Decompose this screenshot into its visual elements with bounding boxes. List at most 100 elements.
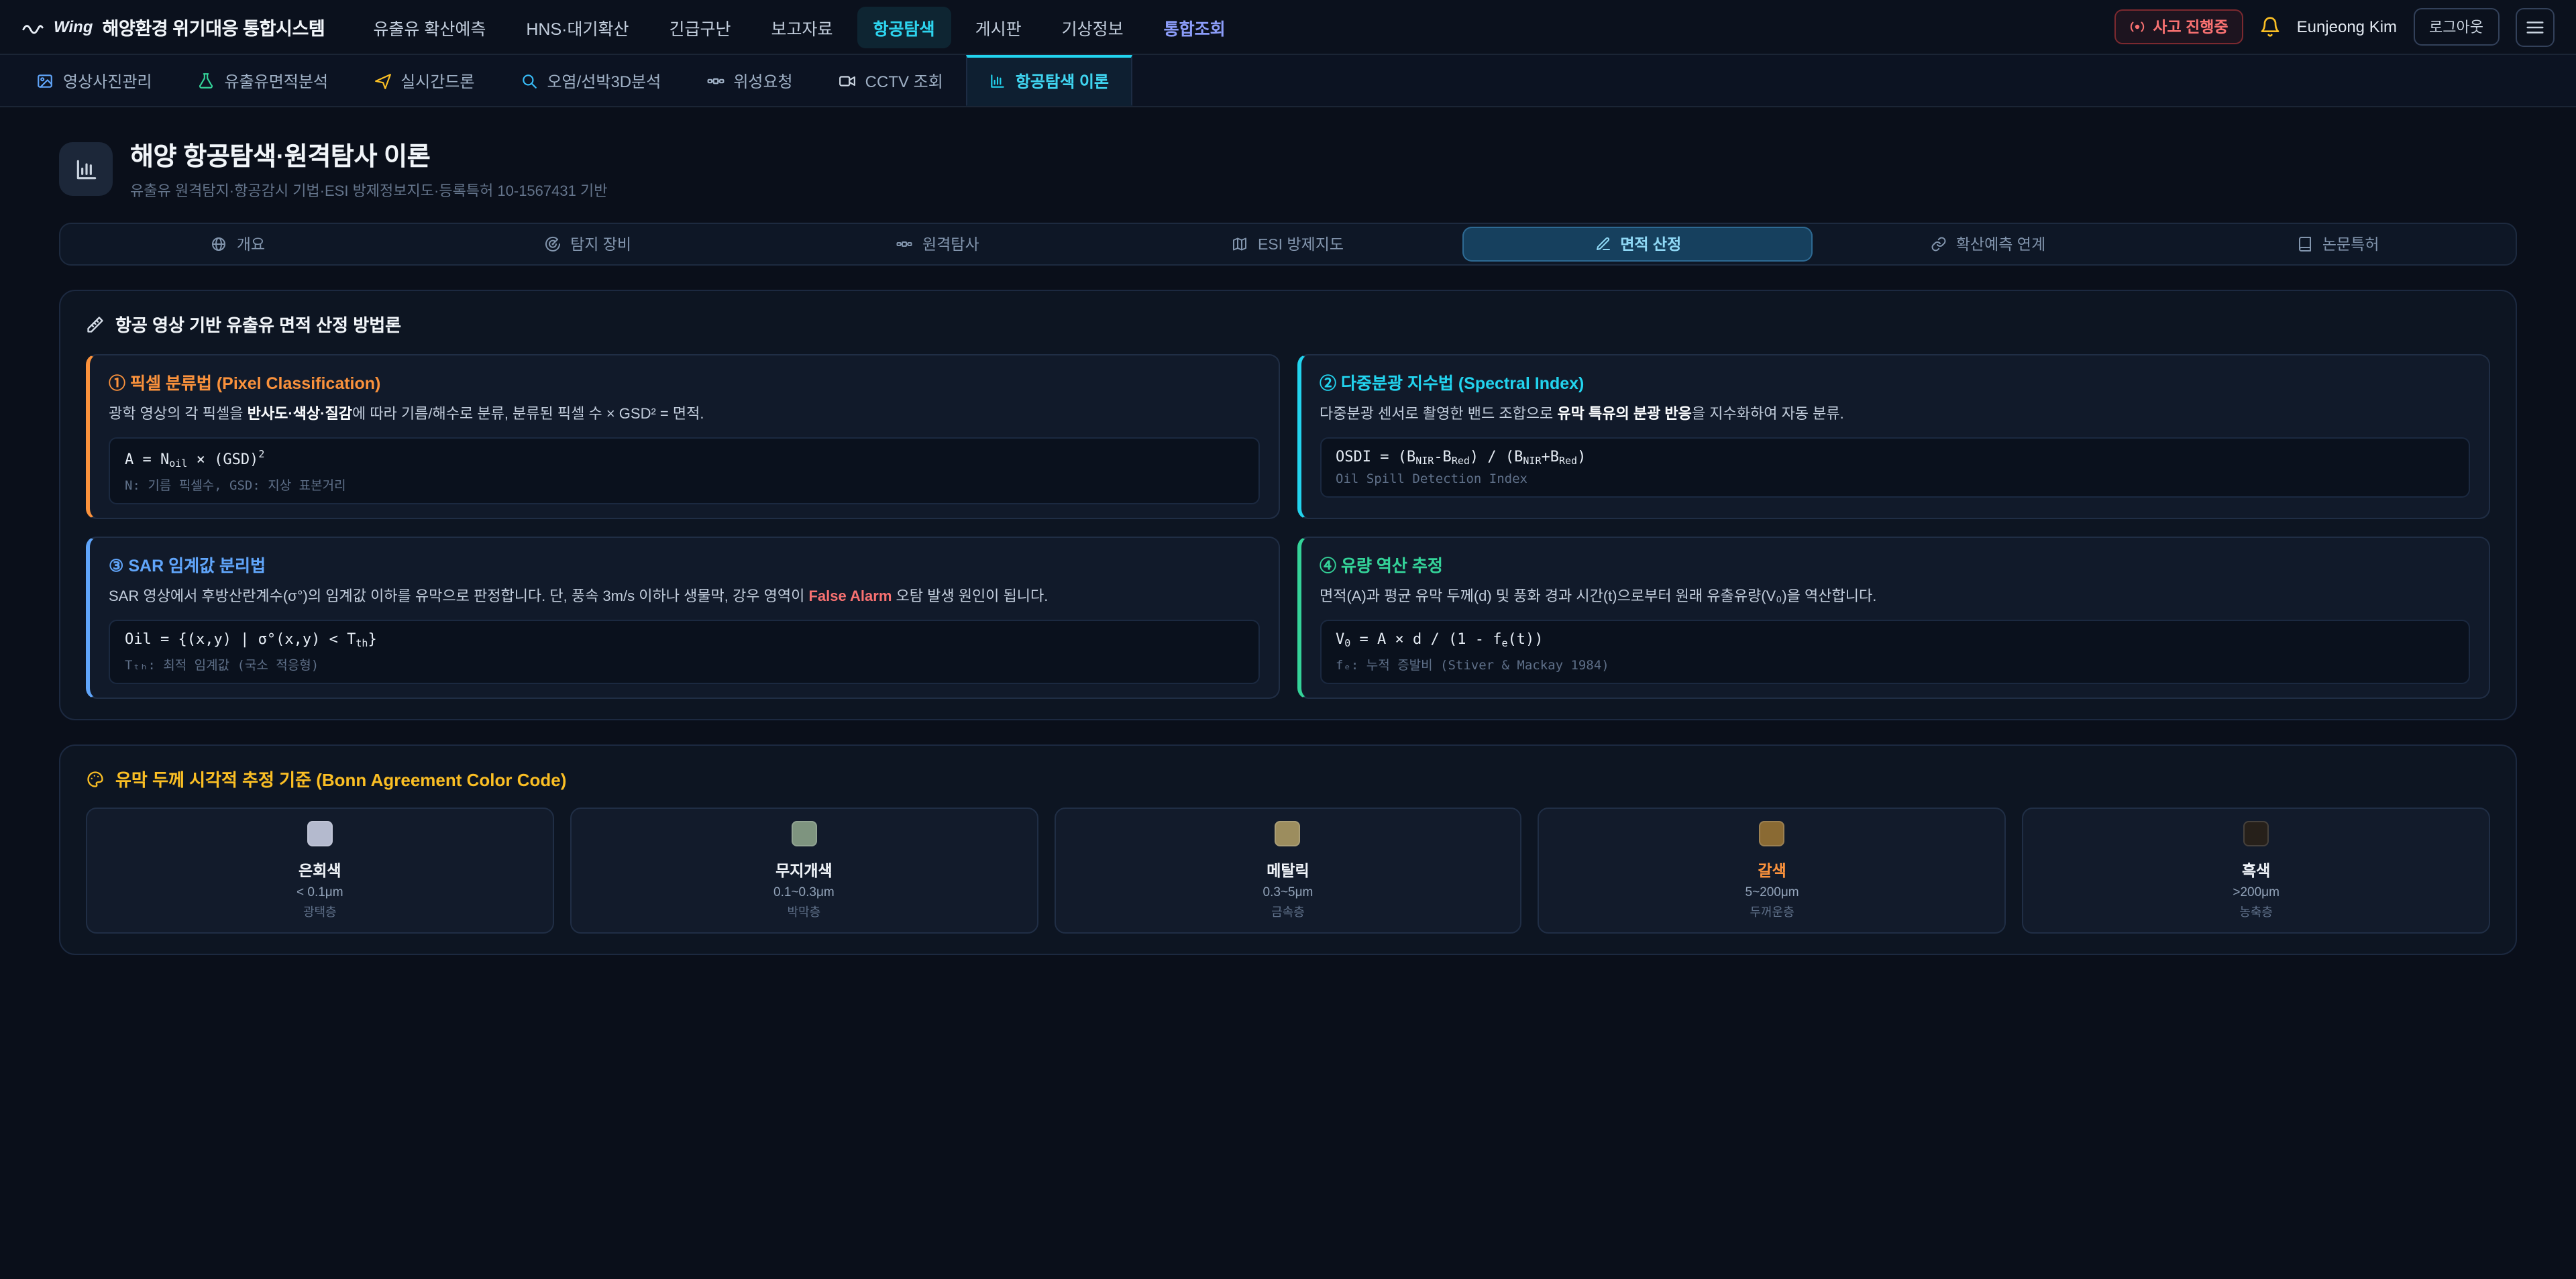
- incident-status-badge[interactable]: 사고 진행중: [2114, 9, 2243, 44]
- section-tab[interactable]: 확산예측 연계: [1813, 227, 2163, 262]
- bonn-heading-label: 유막 두께 시각적 추정 기준 (Bonn Agreement Color Co…: [115, 766, 566, 791]
- wave-logo-icon: [21, 15, 44, 38]
- chart-ruler-icon: [73, 156, 99, 182]
- top-nav-item[interactable]: 항공탐색: [857, 6, 951, 48]
- method-card: ① 픽셀 분류법 (Pixel Classification)광학 영상의 각 …: [86, 354, 1279, 519]
- method-card: ④ 유량 역산 추정면적(A)과 평균 유막 두께(d) 및 풍화 경과 시간(…: [1297, 537, 2490, 699]
- section-tabs: 개요 탐지 장비 원격탐사 ESI 방제지도 면적 산정 확산예측 연계 논문특허: [59, 223, 2517, 266]
- sub-nav-tab[interactable]: 영상사진관리: [13, 55, 175, 106]
- notifications-bell-icon[interactable]: [2259, 16, 2281, 38]
- sub-nav-tab-label: CCTV 조회: [865, 69, 943, 92]
- section-tab[interactable]: 논문특허: [2163, 227, 2513, 262]
- pencil-icon: [1595, 236, 1611, 252]
- section-tab[interactable]: 탐지 장비: [413, 227, 763, 262]
- method-cards-grid: ① 픽셀 분류법 (Pixel Classification)광학 영상의 각 …: [86, 354, 2490, 699]
- sub-nav-tab-label: 오염/선박3D분석: [547, 69, 661, 92]
- color-swatch: [791, 821, 816, 846]
- sub-nav-tab-label: 위성요청: [733, 69, 792, 92]
- thickness-swatch-card: 흑색>200μm농축층: [2022, 808, 2490, 934]
- swatch-layer-type: 두꺼운층: [1552, 903, 1993, 920]
- method-card-title: ② 다중분광 지수법 (Spectral Index): [1320, 369, 2470, 394]
- top-nav-item[interactable]: HNS·대기확산: [510, 6, 645, 48]
- top-nav-item[interactable]: 기상정보: [1046, 6, 1140, 48]
- sub-nav: 영상사진관리 유출유면적분석 실시간드론 오염/선박3D분석 위성요청 CCTV 조회 항공…: [0, 55, 2576, 107]
- bonn-panel: 유막 두께 시각적 추정 기준 (Bonn Agreement Color Co…: [59, 744, 2517, 955]
- method-card-description: 광학 영상의 각 픽셀을 반사도·색상·질감에 따라 기름/해수로 분류, 분류…: [109, 404, 1259, 427]
- radar-icon: [545, 236, 561, 252]
- broadcast-alert-icon: [2129, 19, 2145, 35]
- method-card-title: ③ SAR 임계값 분리법: [109, 551, 1259, 577]
- app: Wing 해양환경 위기대응 통합시스템 유출유 확산예측HNS·대기확산긴급구…: [0, 0, 2576, 1279]
- section-tab[interactable]: 개요: [63, 227, 413, 262]
- brand: Wing 해양환경 위기대응 통합시스템: [21, 13, 325, 40]
- methods-heading-label: 항공 영상 기반 유출유 면적 산정 방법론: [115, 311, 401, 337]
- methods-panel: 항공 영상 기반 유출유 면적 산정 방법론 ① 픽셀 분류법 (Pixel C…: [59, 290, 2517, 720]
- top-nav-item[interactable]: 통합조회: [1148, 6, 1242, 48]
- top-nav-item[interactable]: 긴급구난: [653, 6, 747, 48]
- top-nav-menu: 유출유 확산예측HNS·대기확산긴급구난보고자료항공탐색게시판기상정보통합조회: [357, 6, 1241, 48]
- menu-button[interactable]: [2516, 7, 2555, 46]
- sub-nav-tab[interactable]: 유출유면적분석: [175, 55, 352, 106]
- sub-nav-tab-label: 영상사진관리: [63, 69, 152, 92]
- swatch-name: 은회색: [99, 860, 541, 881]
- section-tab-label: 원격탐사: [922, 233, 979, 255]
- swatch-layer-type: 농축층: [2035, 903, 2477, 920]
- hamburger-menu-icon: [2525, 17, 2545, 37]
- section-tab[interactable]: ESI 방제지도: [1113, 227, 1463, 262]
- book-icon: [2297, 236, 2313, 252]
- app-title: 해양환경 위기대응 통합시스템: [102, 13, 325, 40]
- swatch-layer-type: 금속층: [1067, 903, 1509, 920]
- sub-nav-tab[interactable]: 항공탐색 이론: [966, 55, 1132, 106]
- formula-note: Tₜₕ: 최적 임계값 (국소 적응형): [125, 655, 1243, 673]
- page-header: 해양 항공탐색·원격탐사 이론 유출유 원격탐지·항공감시 기법·ESI 방제정…: [59, 137, 2517, 201]
- ruler-icon: [86, 315, 105, 333]
- sub-nav-tab[interactable]: 위성요청: [684, 55, 815, 106]
- formula-note: Oil Spill Detection Index: [1336, 472, 2454, 487]
- formula: A = Noil × (GSD)2: [125, 448, 1243, 469]
- thickness-swatch-row: 은회색< 0.1μm광택층무지개색0.1~0.3μm박막층메탈릭0.3~5μm금…: [86, 808, 2490, 934]
- method-card-title: ④ 유량 역산 추정: [1320, 551, 2470, 577]
- section-tab-label: 논문특허: [2322, 233, 2379, 255]
- swatch-thickness-range: 0.1~0.3μm: [584, 885, 1025, 900]
- top-nav-item[interactable]: 게시판: [959, 6, 1038, 48]
- formula-note: N: 기름 픽셀수, GSD: 지상 표본거리: [125, 475, 1243, 494]
- bonn-heading: 유막 두께 시각적 추정 기준 (Bonn Agreement Color Co…: [86, 766, 2490, 791]
- top-nav-item[interactable]: 유출유 확산예측: [357, 6, 502, 48]
- section-tab-label: 개요: [237, 233, 265, 255]
- method-card-description: SAR 영상에서 후방산란계수(σ°)의 임계값 이하를 유막으로 판정합니다.…: [109, 586, 1259, 609]
- section-tab-label: 확산예측 연계: [1956, 233, 2045, 255]
- section-tab-label: ESI 방제지도: [1258, 233, 1344, 255]
- top-nav-item[interactable]: 보고자료: [755, 6, 849, 48]
- method-card: ② 다중분광 지수법 (Spectral Index)다중분광 센서로 촬영한 …: [1297, 354, 2490, 519]
- camera-icon: [839, 72, 856, 89]
- drone-icon: [374, 72, 391, 89]
- sub-nav-tab-label: 항공탐색 이론: [1016, 70, 1109, 93]
- formula-block: A = Noil × (GSD)2 N: 기름 픽셀수, GSD: 지상 표본거리: [109, 437, 1259, 504]
- section-tab[interactable]: 면적 산정: [1463, 227, 1813, 262]
- color-swatch: [307, 821, 333, 846]
- logout-button[interactable]: 로그아웃: [2413, 8, 2500, 46]
- thickness-swatch-card: 메탈릭0.3~5μm금속층: [1054, 808, 1522, 934]
- section-tab[interactable]: 원격탐사: [763, 227, 1113, 262]
- formula-block: Oil = {(x,y) | σ°(x,y) < Tth}Tₜₕ: 최적 임계값…: [109, 620, 1259, 684]
- top-nav: Wing 해양환경 위기대응 통합시스템 유출유 확산예측HNS·대기확산긴급구…: [0, 0, 2576, 55]
- swatch-layer-type: 박막층: [584, 903, 1025, 920]
- formula-block: OSDI = (BNIR-BRed) / (BNIR+BRed)Oil Spil…: [1320, 437, 2470, 498]
- sub-nav-tab[interactable]: 실시간드론: [351, 55, 497, 106]
- sub-nav-tab[interactable]: CCTV 조회: [816, 55, 966, 106]
- page-icon: [59, 142, 113, 196]
- swatch-thickness-range: < 0.1μm: [99, 885, 541, 900]
- palette-icon: [86, 769, 105, 788]
- sub-nav-tab[interactable]: 오염/선박3D분석: [497, 55, 684, 106]
- globe-icon: [211, 236, 227, 252]
- thickness-swatch-card: 무지개색 0.1~0.3μm 박막층: [570, 808, 1038, 934]
- color-swatch: [2243, 821, 2269, 846]
- page-subtitle: 유출유 원격탐지·항공감시 기법·ESI 방제정보지도·등록특허 10-1567…: [130, 180, 607, 201]
- sub-nav-tab-label: 유출유면적분석: [225, 69, 329, 92]
- sub-nav-tab-label: 실시간드론: [400, 69, 474, 92]
- swatch-name: 무지개색: [584, 860, 1025, 881]
- logo-word: Wing: [54, 17, 93, 36]
- link-icon: [1931, 236, 1947, 252]
- method-card: ③ SAR 임계값 분리법 SAR 영상에서 후방산란계수(σ°)의 임계값 이하…: [86, 537, 1279, 699]
- thickness-swatch-card: 은회색< 0.1μm광택층: [86, 808, 554, 934]
